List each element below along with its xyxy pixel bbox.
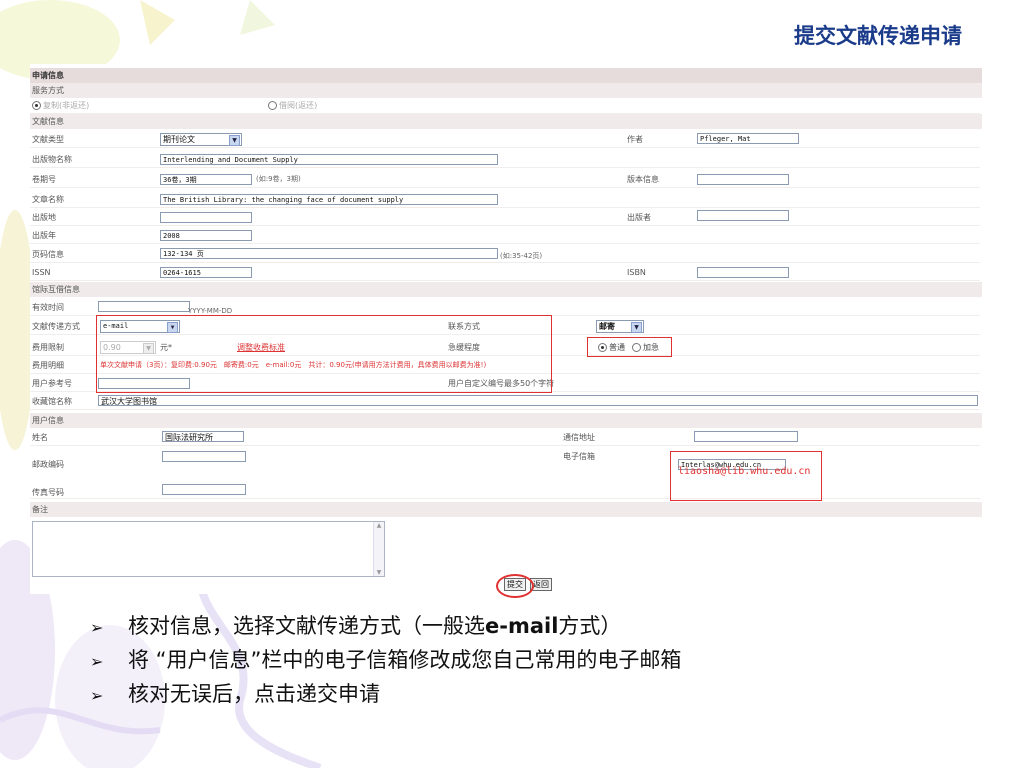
delivery-highlight-box <box>96 315 552 393</box>
section-doc: 文献信息 <box>30 114 982 129</box>
year-row: 出版年 2008 <box>30 228 980 244</box>
issn-row: ISSN 0264-1615 ISBN <box>30 265 980 281</box>
isbn-label: ISBN <box>627 268 646 277</box>
edition-input[interactable] <box>697 174 789 185</box>
instruction-1: ➢ 核对信息，选择文献传递方式（一般选e-mail方式） <box>90 610 681 644</box>
author-input[interactable]: Pfleger, Mat <box>697 133 799 144</box>
issn-input[interactable]: 0264-1615 <box>160 267 252 278</box>
isbn-input[interactable] <box>697 267 789 278</box>
service-loan-option[interactable]: 借阅(返还) <box>268 98 317 113</box>
service-copy-option[interactable]: 复制(非返还) <box>32 98 89 113</box>
library-row: 收藏馆名称 武汉大学图书馆 <box>30 394 980 410</box>
email-label: 电子信箱 <box>563 452 595 461</box>
service-mode-row: 复制(非返还) 借阅(返还) <box>30 98 980 114</box>
valid-row: 有效时间 YYYY-MM-DD <box>30 300 980 316</box>
section-ill: 馆际互借信息 <box>30 282 982 297</box>
delivery-label: 文献传递方式 <box>32 322 80 331</box>
name-input[interactable]: 国际法研究所 <box>162 431 244 442</box>
pages-row: 页码信息 132-134 页 (如:35-42页) <box>30 247 980 263</box>
zip-label: 邮政编码 <box>32 460 64 469</box>
pages-label: 页码信息 <box>32 250 64 259</box>
fee-limit-label: 费用限制 <box>32 343 64 352</box>
address-label: 通信地址 <box>563 433 595 442</box>
remark-textarea[interactable]: ▲ ▼ <box>32 521 385 577</box>
article-input[interactable]: The British Library: the changing face o… <box>160 194 498 205</box>
volume-row: 卷期号 36卷，3期 (如:9卷，3期) 版本信息 <box>30 172 980 188</box>
address-input[interactable] <box>694 431 798 442</box>
doc-type-label: 文献类型 <box>32 135 64 144</box>
edition-label: 版本信息 <box>627 175 659 184</box>
zip-input[interactable] <box>162 451 246 462</box>
user-ref-label: 用户参考号 <box>32 379 72 388</box>
doc-type-select[interactable]: 期刊论文 ▼ <box>160 133 242 146</box>
valid-label: 有效时间 <box>32 303 64 312</box>
chevron-down-icon: ▼ <box>631 322 642 333</box>
fax-label: 传真号码 <box>32 488 64 497</box>
article-label: 文章名称 <box>32 195 64 204</box>
chevron-down-icon: ▼ <box>229 135 240 146</box>
valid-input[interactable] <box>98 301 190 312</box>
arrow-bullet-icon: ➢ <box>90 618 104 637</box>
pub-title-label: 出版物名称 <box>32 155 72 164</box>
arrow-bullet-icon: ➢ <box>90 652 104 671</box>
publisher-input[interactable] <box>697 210 789 221</box>
volume-hint: (如:9卷，3期) <box>256 175 301 183</box>
email-highlight-box <box>670 451 822 501</box>
volume-input[interactable]: 36卷，3期 <box>160 174 252 185</box>
remark-label: 备注 <box>30 502 982 517</box>
service-mode-label: 服务方式 <box>30 83 982 98</box>
place-label: 出版地 <box>32 213 56 222</box>
radio-icon <box>32 101 41 110</box>
slide-title: 提交文献传递申请 <box>794 23 962 48</box>
library-input[interactable]: 武汉大学图书馆 <box>98 395 978 406</box>
place-row: 出版地 出版者 <box>30 210 980 226</box>
pub-title-input[interactable]: Interlending and Document Supply <box>160 154 498 165</box>
arrow-bullet-icon: ➢ <box>90 686 104 705</box>
instruction-list: ➢ 核对信息，选择文献传递方式（一般选e-mail方式） ➢ 将 “用户信息”栏中的… <box>90 610 681 712</box>
instruction-3: ➢ 核对无误后，点击递交申请 <box>90 678 681 712</box>
name-label: 姓名 <box>32 433 48 442</box>
article-row: 文章名称 The British Library: the changing f… <box>30 192 980 208</box>
fax-input[interactable] <box>162 484 246 495</box>
issn-label: ISSN <box>32 268 51 277</box>
doc-type-row: 文献类型 期刊论文 ▼ 作者 Pfleger, Mat <box>30 132 980 148</box>
contact-select[interactable]: 邮寄 ▼ <box>596 320 644 333</box>
year-label: 出版年 <box>32 231 56 240</box>
year-input[interactable]: 2008 <box>160 230 252 241</box>
scroll-down-icon: ▼ <box>376 569 382 576</box>
zip-email-row: 邮政编码 电子信箱 Interlas@whu.edu.cn liaosha@li… <box>30 449 980 483</box>
ill-request-form: 申请信息 服务方式 复制(非返还) 借阅(返还) 文献信息 文献类型 期刊论文 ▼… <box>30 64 982 598</box>
publisher-label: 出版者 <box>627 213 651 222</box>
fax-row: 传真号码 <box>30 483 980 499</box>
fee-desc-label: 费用明细 <box>32 361 64 370</box>
library-label: 收藏馆名称 <box>32 397 72 406</box>
submit-highlight <box>496 574 534 598</box>
scrollbar[interactable]: ▲ ▼ <box>373 522 384 576</box>
section-user: 用户信息 <box>30 413 982 428</box>
scroll-up-icon: ▲ <box>376 522 382 529</box>
name-row: 姓名 国际法研究所 通信地址 <box>30 430 980 446</box>
author-label: 作者 <box>627 135 643 144</box>
radio-icon <box>268 101 277 110</box>
pub-title-row: 出版物名称 Interlending and Document Supply <box>30 152 980 168</box>
section-apply: 申请信息 <box>30 68 982 83</box>
pages-hint: (如:35-42页) <box>500 252 543 260</box>
urgency-highlight-box <box>587 337 672 357</box>
instruction-2: ➢ 将 “用户信息”栏中的电子信箱修改成您自己常用的电子邮箱 <box>90 644 681 678</box>
place-input[interactable] <box>160 212 252 223</box>
volume-label: 卷期号 <box>32 175 56 184</box>
pages-input[interactable]: 132-134 页 <box>160 248 498 259</box>
